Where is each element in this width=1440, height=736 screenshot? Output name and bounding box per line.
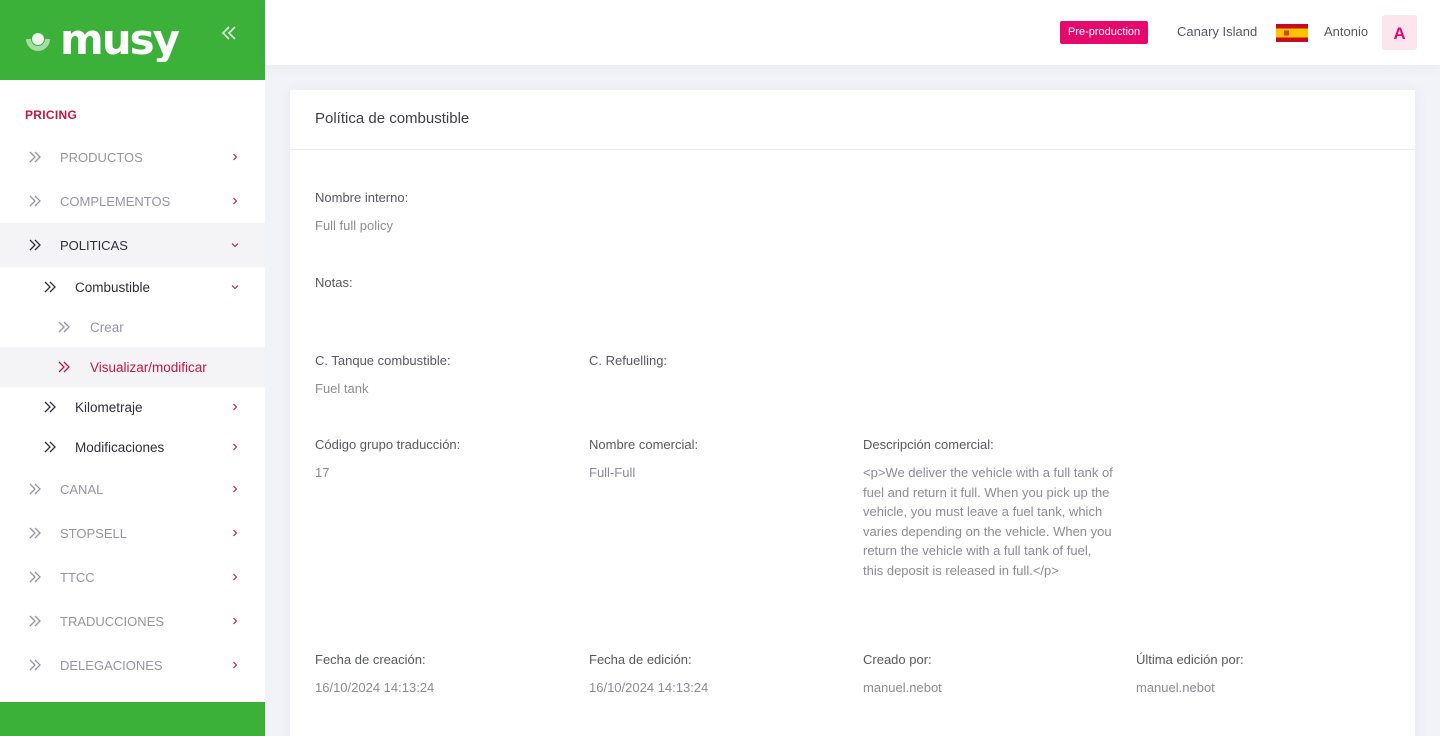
field-label: Código grupo traducción:	[315, 437, 461, 452]
musy-logo[interactable]: musy	[24, 18, 180, 62]
chevron-right-icon	[233, 443, 238, 451]
field-value: 16/10/2024 14:13:24	[589, 680, 709, 695]
field-creado-por: Creado por: manuel.nebot	[863, 652, 942, 698]
top-bar: Pre-production Canary Island Antonio A	[265, 0, 1440, 65]
chevron-right-icon	[233, 485, 238, 493]
sidebar-item-kilometraje[interactable]: Kilometraje	[0, 387, 265, 427]
field-value: <p>We deliver the vehicle with a full ta…	[863, 465, 1113, 578]
region-selector[interactable]: Canary Island	[1177, 24, 1257, 39]
sidebar-item-label: CANAL	[60, 481, 104, 497]
chevron-right-icon	[233, 197, 238, 205]
sidebar-item-label: POLITICAS	[60, 237, 128, 253]
field-ultima-edicion-por: Última edición por: manuel.nebot	[1136, 652, 1244, 698]
double-chevron-right-icon	[29, 615, 41, 627]
collapse-sidebar-icon[interactable]	[218, 22, 240, 44]
field-label: Última edición por:	[1136, 652, 1244, 667]
field-value: Full full policy	[315, 218, 394, 233]
sidebar-item-stopsell[interactable]: STOPSELL	[0, 511, 265, 555]
field-label: C. Refuelling:	[589, 353, 668, 368]
section-title-pricing: PRICING	[25, 108, 78, 122]
field-notas: Notas:	[315, 275, 353, 301]
double-chevron-right-icon	[44, 401, 56, 413]
field-label: Creado por:	[863, 652, 932, 667]
chevron-down-icon	[231, 243, 239, 248]
sidebar-item-productos[interactable]: PRODUCTOS	[0, 135, 265, 179]
sidebar-item-politicas[interactable]: POLITICAS	[0, 223, 265, 267]
sidebar-item-label: Combustible	[75, 279, 151, 295]
field-codigo-grupo-traduccion: Código grupo traducción: 17	[315, 437, 460, 483]
double-chevron-right-icon	[58, 361, 70, 373]
sidebar-item-label: Modificaciones	[75, 439, 165, 455]
brand-header: musy	[0, 0, 265, 80]
sidebar-item-crear[interactable]: Crear	[0, 307, 265, 347]
sidebar-item-ttcc[interactable]: TTCC	[0, 555, 265, 599]
field-label: Nombre comercial:	[589, 437, 699, 452]
sidebar: musy PRICING PRODUCTOS COMPLEMENTOS POLI…	[0, 0, 265, 736]
field-label: Descripción comercial:	[863, 437, 994, 452]
sidebar-item-label: Visualizar/modificar	[90, 359, 207, 375]
field-nombre-comercial: Nombre comercial: Full-Full	[589, 437, 698, 483]
double-chevron-right-icon	[29, 483, 41, 495]
page-title: Política de combustible	[315, 110, 470, 127]
field-label: Fecha de edición:	[589, 652, 692, 667]
double-chevron-right-icon	[29, 527, 41, 539]
sidebar-item-label: Kilometraje	[75, 399, 143, 415]
sidebar-item-traducciones[interactable]: TRADUCCIONES	[0, 599, 265, 643]
sidebar-item-label: Crear	[90, 319, 124, 335]
sidebar-item-canal[interactable]: CANAL	[0, 467, 265, 511]
field-fecha-edicion: Fecha de edición: 16/10/2024 14:13:24	[589, 652, 708, 698]
field-value: manuel.nebot	[863, 680, 942, 695]
field-value: 16/10/2024 14:13:24	[315, 680, 435, 695]
double-chevron-right-icon	[29, 151, 41, 163]
sidebar-item-visualizar-modificar[interactable]: Visualizar/modificar	[0, 347, 265, 387]
sidebar-item-label: STOPSELL	[60, 525, 127, 541]
card-header: Política de combustible	[290, 90, 1415, 150]
field-label: Fecha de creación:	[315, 652, 426, 667]
field-value: manuel.nebot	[1136, 680, 1215, 695]
sidebar-item-complementos[interactable]: COMPLEMENTOS	[0, 179, 265, 223]
chevron-right-icon	[233, 403, 238, 411]
field-value: Full-Full	[589, 465, 636, 480]
field-value: 17	[315, 465, 330, 480]
sidebar-item-combustible[interactable]: Combustible	[0, 267, 265, 307]
svg-text:musy: musy	[60, 18, 180, 62]
field-nombre-interno: Nombre interno: Full full policy	[315, 190, 408, 236]
double-chevron-right-icon	[44, 441, 56, 453]
spain-flag-icon[interactable]	[1276, 24, 1308, 42]
double-chevron-right-icon	[44, 281, 56, 293]
field-label: Nombre interno:	[315, 190, 409, 205]
user-avatar[interactable]: A	[1382, 15, 1417, 50]
sidebar-item-modificaciones[interactable]: Modificaciones	[0, 427, 265, 467]
sidebar-item-label: DELEGACIONES	[60, 657, 163, 673]
user-name[interactable]: Antonio	[1324, 24, 1368, 39]
sidebar-item-label: TRADUCCIONES	[60, 613, 165, 629]
sidebar-item-label: COMPLEMENTOS	[60, 193, 171, 209]
chevron-right-icon	[233, 529, 238, 537]
double-chevron-right-icon	[29, 659, 41, 671]
chevron-down-icon	[231, 285, 239, 290]
field-label: Notas:	[315, 275, 353, 290]
field-label: C. Tanque combustible:	[315, 353, 451, 368]
sidebar-footer	[0, 702, 265, 736]
fuel-policy-card: Política de combustible Nombre interno: …	[290, 90, 1415, 736]
chevron-right-icon	[233, 661, 238, 669]
field-value: Fuel tank	[315, 381, 369, 396]
chevron-right-icon	[233, 573, 238, 581]
double-chevron-right-icon	[29, 195, 41, 207]
sidebar-item-delegaciones[interactable]: DELEGACIONES	[0, 643, 265, 687]
chevron-right-icon	[233, 153, 238, 161]
environment-badge: Pre-production	[1060, 21, 1149, 44]
double-chevron-right-icon	[58, 321, 70, 333]
field-descripcion-comercial: Descripción comercial: <p>We deliver the…	[863, 437, 1113, 580]
sidebar-item-label: TTCC	[60, 569, 95, 585]
field-refuelling: C. Refuelling:	[589, 353, 667, 379]
chevron-right-icon	[233, 617, 238, 625]
field-tanque-combustible: C. Tanque combustible: Fuel tank	[315, 353, 451, 399]
sidebar-item-label: PRODUCTOS	[60, 149, 143, 165]
double-chevron-right-icon	[29, 571, 41, 583]
field-fecha-creacion: Fecha de creación: 16/10/2024 14:13:24	[315, 652, 434, 698]
double-chevron-right-icon	[29, 239, 41, 251]
